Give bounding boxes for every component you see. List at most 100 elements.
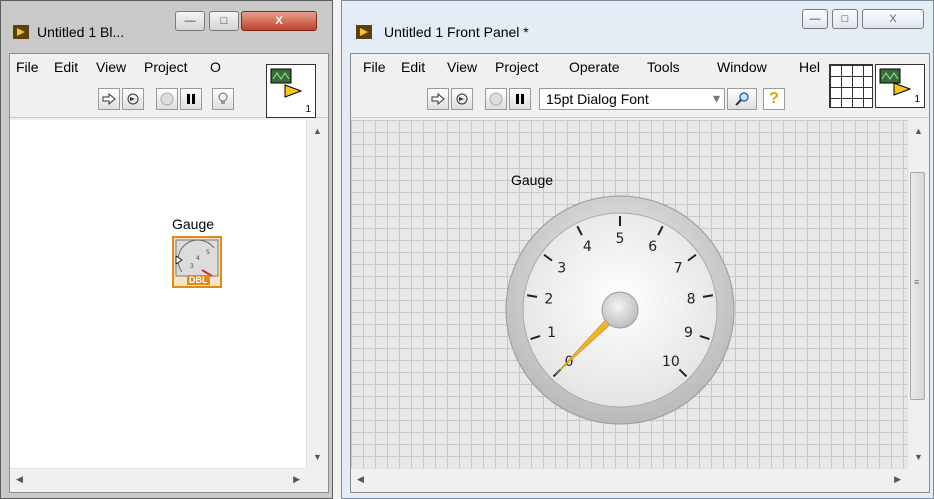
maximize-button[interactable]: □ (832, 9, 858, 29)
maximize-icon: □ (220, 15, 228, 27)
pause-icon (187, 94, 195, 104)
scroll-up-icon[interactable]: ▲ (914, 126, 923, 136)
context-help-button[interactable]: ? (763, 88, 785, 110)
menu-operate-truncated[interactable]: O (210, 59, 221, 75)
maximize-button[interactable]: □ (209, 11, 239, 31)
vertical-scrollbar[interactable]: ▲ ≡ ▼ (907, 120, 927, 468)
menu-tools[interactable]: Tools (647, 59, 680, 75)
pause-button[interactable] (509, 88, 531, 110)
front-panel-window: Untitled 1 Front Panel * — □ X File Edit… (341, 0, 934, 499)
pause-button[interactable] (180, 88, 202, 110)
menu-project[interactable]: Project (144, 59, 188, 75)
gauge-scale-label: 10 (662, 354, 680, 370)
gauge-scale-label: 1 (547, 325, 556, 341)
minimize-icon: — (809, 13, 821, 25)
lightbulb-icon (218, 92, 228, 104)
scroll-down-icon[interactable]: ▼ (313, 452, 322, 462)
close-icon: X (889, 13, 897, 25)
minimize-icon: — (184, 15, 196, 27)
labview-icon (356, 25, 372, 39)
window-title: Untitled 1 Bl... (37, 24, 125, 40)
scroll-right-icon[interactable]: ▶ (293, 474, 300, 485)
abort-button[interactable] (156, 88, 178, 110)
svg-text:4: 4 (196, 255, 200, 262)
front-panel-canvas[interactable]: Gauge 012345678910 (351, 120, 907, 468)
run-continuously-icon (456, 93, 468, 105)
minimize-button[interactable]: — (802, 9, 828, 29)
gauge-label: Gauge (511, 172, 554, 188)
search-button[interactable] (727, 88, 757, 110)
front-panel-client: File Edit View Project Operate Tools Win… (350, 53, 930, 493)
horizontal-scrollbar[interactable]: ◀ ▶ (10, 468, 306, 490)
scroll-down-icon[interactable]: ▼ (914, 452, 923, 462)
run-continuously-button[interactable] (451, 88, 473, 110)
title-bar[interactable]: Untitled 1 Front Panel * — □ X (342, 1, 933, 40)
run-button[interactable] (427, 88, 449, 110)
gauge-control[interactable]: 012345678910 (502, 192, 738, 428)
run-button[interactable] (98, 88, 120, 110)
connector-number: 1 (305, 104, 311, 115)
menu-view[interactable]: View (96, 59, 126, 75)
gauge-hub (601, 291, 639, 329)
svg-text:3: 3 (190, 263, 194, 270)
gauge-scale-label: 7 (674, 261, 683, 277)
menu-file[interactable]: File (363, 59, 386, 75)
labview-icon (13, 25, 29, 39)
svg-text:5: 5 (206, 249, 210, 256)
menu-view[interactable]: View (447, 59, 477, 75)
close-icon: X (275, 15, 283, 27)
title-bar[interactable]: Untitled 1 Bl... — □ X (1, 1, 332, 40)
scroll-up-icon[interactable]: ▲ (313, 126, 322, 136)
gauge-scale-label: 9 (684, 325, 693, 341)
font-selector-value: 15pt Dialog Font (546, 91, 649, 107)
scroll-left-icon[interactable]: ◀ (16, 474, 23, 485)
gauge-scale-label: 3 (557, 261, 566, 277)
block-diagram-canvas[interactable]: Gauge 4 5 3 DBL (10, 120, 306, 468)
vertical-scrollbar[interactable]: ▲ ▼ (306, 120, 326, 468)
gauge-scale-label: 5 (616, 231, 625, 247)
pause-icon (516, 94, 524, 104)
gauge-scale-label: 8 (687, 292, 696, 308)
maximize-icon: □ (841, 13, 849, 25)
connector-pane-icon[interactable]: 1 (266, 64, 316, 118)
abort-icon (160, 92, 174, 106)
horizontal-scrollbar[interactable]: ◀ ▶ (351, 468, 907, 490)
minimize-button[interactable]: — (175, 11, 205, 31)
scroll-right-icon[interactable]: ▶ (894, 474, 901, 485)
block-diagram-window: Untitled 1 Bl... — □ X File Edit View Pr… (0, 0, 333, 499)
highlight-execution-button[interactable] (212, 88, 234, 110)
search-icon (735, 92, 749, 106)
terminal-type-badge: DBL (187, 275, 210, 285)
menu-project[interactable]: Project (495, 59, 539, 75)
run-continuously-icon (127, 93, 139, 105)
gauge-scale-label: 4 (583, 239, 592, 255)
menu-edit[interactable]: Edit (401, 59, 425, 75)
font-selector[interactable]: 15pt Dialog Font ▾ (539, 88, 725, 110)
help-icon: ? (769, 90, 779, 107)
block-diagram-client: File Edit View Project O 1 Gauge 4 5 3 D… (9, 53, 329, 493)
gauge-scale-label: 6 (648, 239, 657, 255)
abort-button[interactable] (485, 88, 507, 110)
run-arrow-icon (431, 93, 445, 105)
close-button[interactable]: X (241, 11, 317, 31)
window-title: Untitled 1 Front Panel * (384, 24, 529, 40)
gauge-scale-label: 2 (544, 292, 553, 308)
menu-edit[interactable]: Edit (54, 59, 78, 75)
connector-number: 1 (914, 94, 920, 105)
gauge-terminal[interactable]: 4 5 3 DBL (172, 236, 222, 288)
terminal-label: Gauge (172, 216, 215, 232)
menu-window[interactable]: Window (717, 59, 767, 75)
scroll-thumb[interactable]: ≡ (910, 172, 925, 400)
run-arrow-icon (102, 93, 116, 105)
connector-pane[interactable] (829, 64, 873, 108)
font-dropdown-icon: ▾ (712, 90, 720, 106)
scroll-left-icon[interactable]: ◀ (357, 474, 364, 485)
menu-file[interactable]: File (16, 59, 39, 75)
close-button[interactable]: X (862, 9, 924, 29)
vi-icon-pane[interactable]: 1 (875, 64, 925, 108)
grip-icon: ≡ (914, 277, 920, 287)
menu-operate[interactable]: Operate (569, 59, 620, 75)
abort-icon (489, 92, 503, 106)
run-continuously-button[interactable] (122, 88, 144, 110)
menu-help-truncated[interactable]: Hel (799, 59, 820, 75)
